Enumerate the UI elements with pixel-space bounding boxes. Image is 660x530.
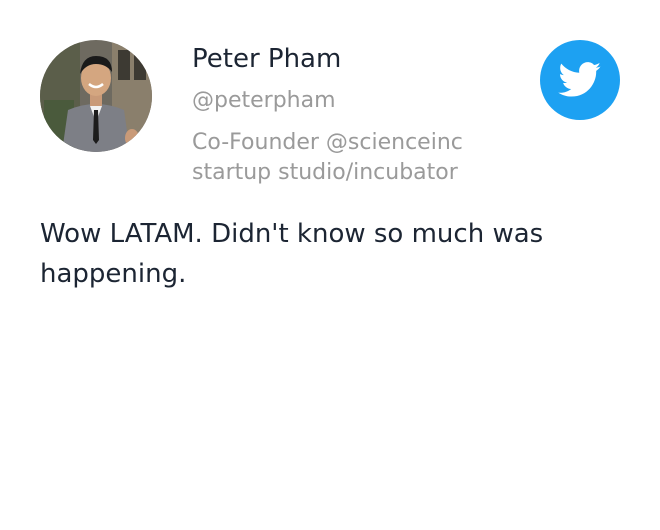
avatar[interactable] <box>40 40 152 152</box>
author-handle[interactable]: @peterpham <box>192 86 336 116</box>
twitter-bird-icon <box>558 62 601 97</box>
tweet-text: Wow LATAM. Didn't know so much was happe… <box>40 219 544 289</box>
author-name[interactable]: Peter Pham <box>192 42 341 76</box>
tweet-card: Peter Pham @peterpham Co-Founder @scienc… <box>0 0 660 530</box>
twitter-logo-button[interactable] <box>540 40 620 120</box>
profile-photo-icon <box>40 40 152 152</box>
author-bio: Co-Founder @scienceinc startup studio/in… <box>192 130 463 185</box>
